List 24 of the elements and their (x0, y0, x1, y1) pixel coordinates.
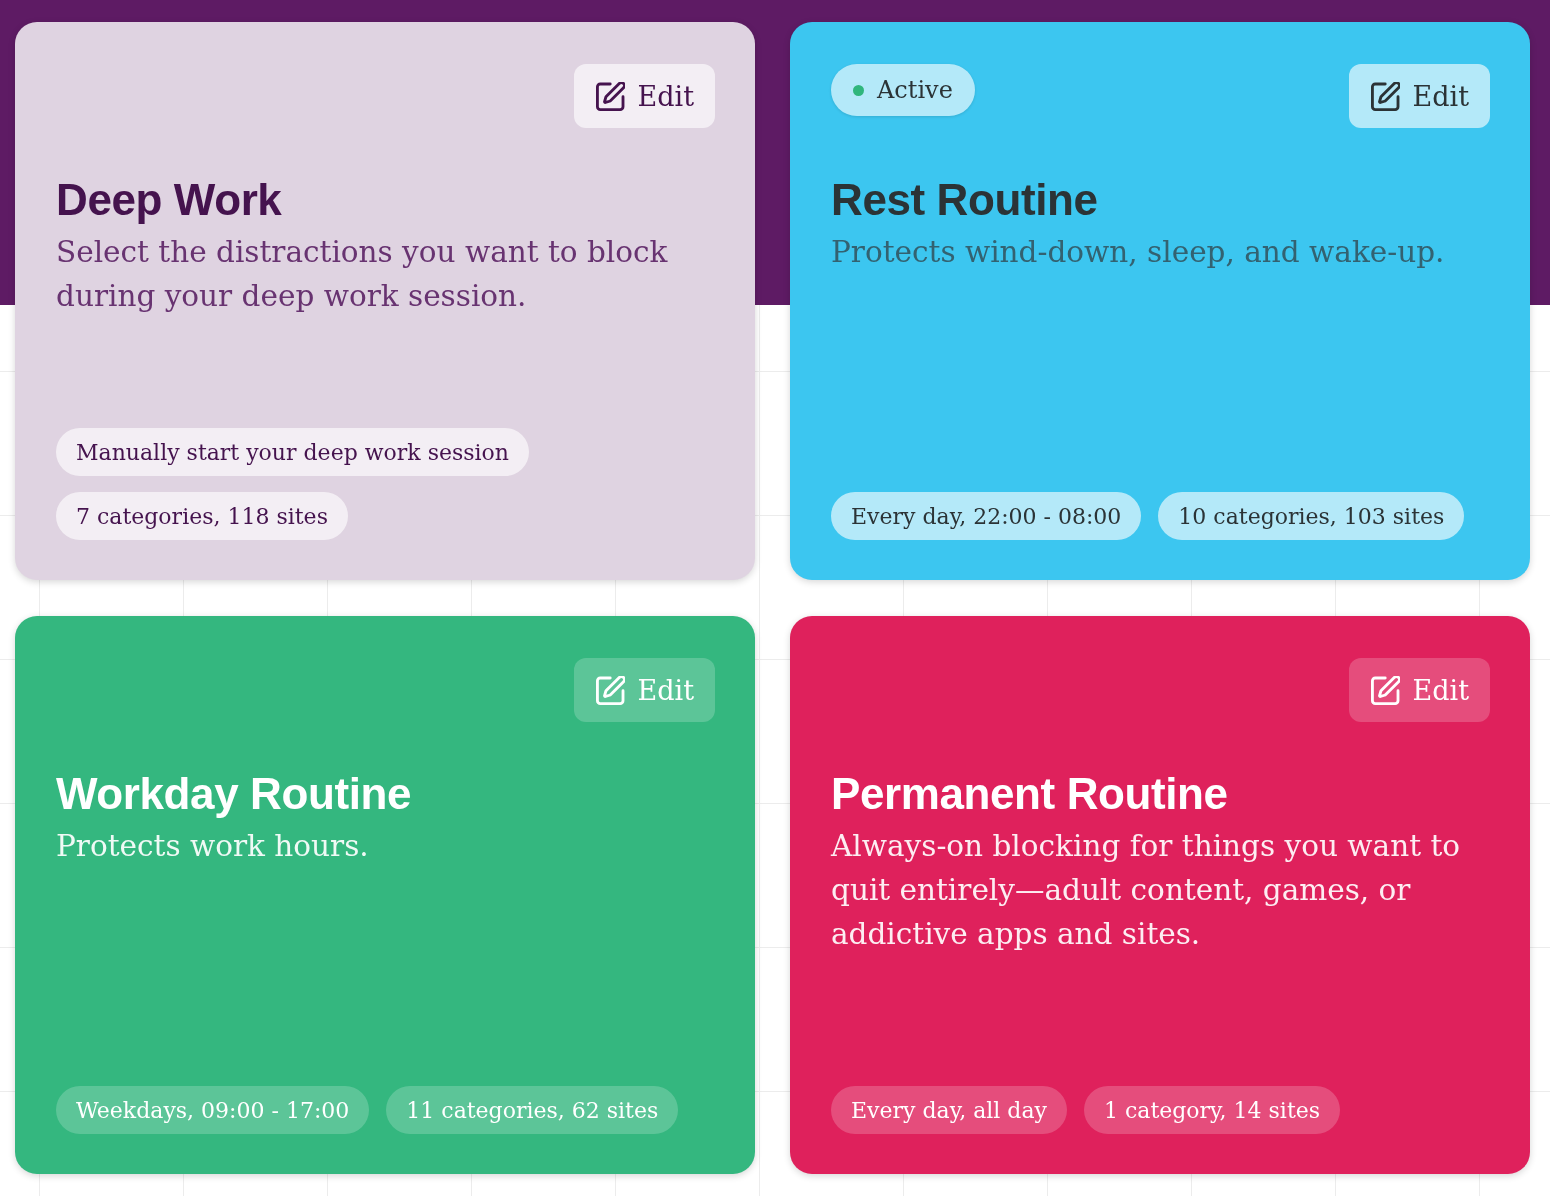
card-title: Deep Work (56, 174, 283, 226)
edit-button[interactable]: Edit (573, 64, 715, 128)
info-tag: 1 category, 14 sites (1083, 1086, 1341, 1134)
card-title: Workday Routine (56, 768, 412, 820)
card-description: Select the distractions you want to block during your deep work session. (56, 234, 669, 315)
card-title: Permanent Routine (831, 768, 1229, 820)
edit-button[interactable]: Edit (1348, 64, 1490, 128)
info-tag: 11 categories, 62 sites (386, 1086, 679, 1134)
pencil-square-icon (595, 675, 625, 705)
pencil-square-icon (1370, 675, 1400, 705)
card-description: Protects wind-down, sleep, and wake-up. (831, 234, 1446, 271)
card-title: Rest Routine (831, 174, 1099, 226)
info-tag: Weekdays, 09:00 - 17:00 (56, 1086, 370, 1134)
card-description: Always-on blocking for things you want to quit entirely—adult content, games, or addictive apps and sites. (831, 828, 1461, 953)
status-label: Active (877, 76, 953, 104)
info-tag: Every day, all day (831, 1086, 1067, 1134)
pencil-square-icon (1370, 81, 1400, 111)
pencil-square-icon (595, 81, 625, 111)
info-tag: 7 categories, 118 sites (56, 492, 348, 540)
edit-button[interactable]: Edit (1348, 658, 1490, 722)
info-tag: Every day, 22:00 - 08:00 (831, 492, 1142, 540)
card-description: Protects work hours. (56, 828, 370, 865)
info-tag: Manually start your deep work session (56, 428, 529, 476)
info-tag: 10 categories, 103 sites (1158, 492, 1465, 540)
